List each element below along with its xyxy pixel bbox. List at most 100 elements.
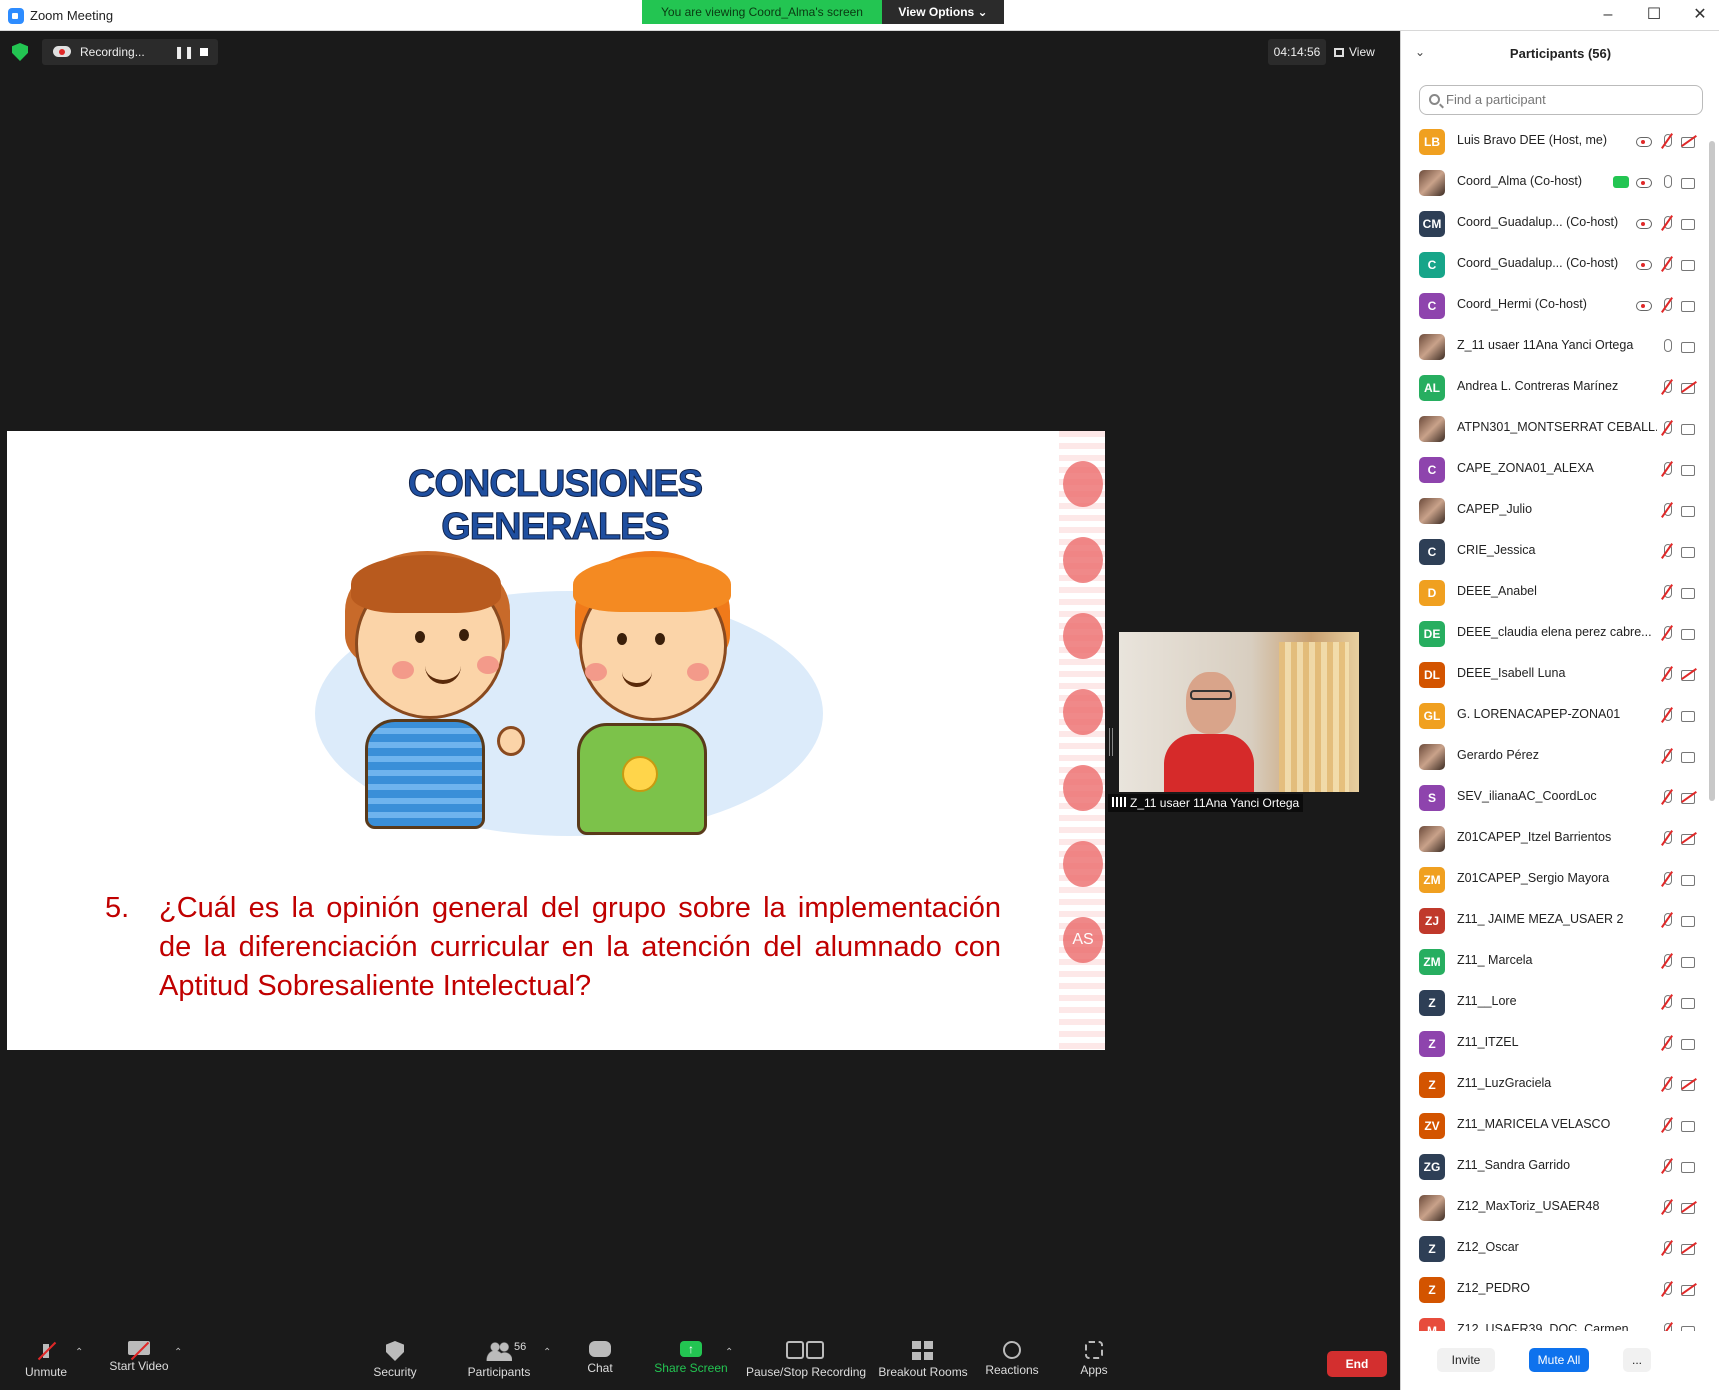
invite-button[interactable]: Invite bbox=[1437, 1348, 1495, 1372]
muted-mic-icon[interactable] bbox=[1659, 133, 1675, 149]
video-icon[interactable] bbox=[1681, 953, 1697, 969]
muted-mic-icon[interactable] bbox=[1659, 584, 1675, 600]
muted-mic-icon[interactable] bbox=[1659, 625, 1675, 641]
participant-row[interactable]: CM Coord_Guadalup... (Co-host) bbox=[1401, 203, 1707, 244]
participant-row[interactable]: ZM Z01CAPEP_Sergio Mayora bbox=[1401, 859, 1707, 900]
mic-icon[interactable] bbox=[1659, 338, 1675, 354]
video-options-caret-icon[interactable]: ⌃ bbox=[174, 1347, 182, 1358]
pause-recording-icon[interactable]: ❚❚ bbox=[174, 45, 194, 59]
participant-row[interactable]: Z12_MaxToriz_USAER48 bbox=[1401, 1187, 1707, 1228]
muted-mic-icon[interactable] bbox=[1659, 1281, 1675, 1297]
participant-row[interactable]: CAPEP_Julio bbox=[1401, 490, 1707, 531]
participant-row[interactable]: ZV Z11_MARICELA VELASCO bbox=[1401, 1105, 1707, 1146]
participant-row[interactable]: Z Z11__Lore bbox=[1401, 982, 1707, 1023]
muted-mic-icon[interactable] bbox=[1659, 830, 1675, 846]
muted-mic-icon[interactable] bbox=[1659, 461, 1675, 477]
muted-mic-icon[interactable] bbox=[1659, 297, 1675, 313]
pause-stop-recording-button[interactable]: Pause/Stop Recording bbox=[746, 1341, 866, 1379]
participant-row[interactable]: Z Z11_LuzGraciela bbox=[1401, 1064, 1707, 1105]
participant-list-scrollbar[interactable] bbox=[1709, 141, 1715, 801]
participant-row[interactable]: ATPN301_MONTSERRAT CEBALL... bbox=[1401, 408, 1707, 449]
muted-mic-icon[interactable] bbox=[1659, 707, 1675, 723]
video-icon[interactable] bbox=[1681, 584, 1697, 600]
participant-row[interactable]: D DEEE_Anabel bbox=[1401, 572, 1707, 613]
participant-row[interactable]: ZM Z11_ Marcela bbox=[1401, 941, 1707, 982]
participants-button[interactable]: 56 Participants bbox=[462, 1341, 536, 1379]
video-icon[interactable] bbox=[1681, 461, 1697, 477]
muted-mic-icon[interactable] bbox=[1659, 502, 1675, 518]
maximize-icon[interactable]: ☐ bbox=[1639, 4, 1669, 26]
unmute-button[interactable]: Unmute bbox=[18, 1341, 74, 1379]
participant-row[interactable]: Z_11 usaer 11Ana Yanci Ortega bbox=[1401, 326, 1707, 367]
view-layout-button[interactable]: View bbox=[1334, 39, 1390, 65]
stop-recording-icon[interactable] bbox=[200, 48, 208, 56]
muted-mic-icon[interactable] bbox=[1659, 748, 1675, 764]
participant-row[interactable]: S SEV_ilianaAC_CoordLoc bbox=[1401, 777, 1707, 818]
split-view-handle[interactable] bbox=[1109, 728, 1113, 756]
muted-mic-icon[interactable] bbox=[1659, 789, 1675, 805]
participant-row[interactable]: Coord_Alma (Co-host) bbox=[1401, 162, 1707, 203]
video-icon[interactable] bbox=[1681, 420, 1697, 436]
participant-row[interactable]: Z Z11_ITZEL bbox=[1401, 1023, 1707, 1064]
muted-mic-icon[interactable] bbox=[1659, 379, 1675, 395]
video-icon[interactable] bbox=[1681, 215, 1697, 231]
video-icon[interactable] bbox=[1681, 543, 1697, 559]
video-icon[interactable] bbox=[1681, 256, 1697, 272]
muted-mic-icon[interactable] bbox=[1659, 1240, 1675, 1256]
participant-row[interactable]: Gerardo Pérez bbox=[1401, 736, 1707, 777]
muted-mic-icon[interactable] bbox=[1659, 1322, 1675, 1331]
muted-mic-icon[interactable] bbox=[1659, 994, 1675, 1010]
muted-mic-icon[interactable] bbox=[1659, 1158, 1675, 1174]
video-off-icon[interactable] bbox=[1681, 1199, 1697, 1215]
encryption-shield-icon[interactable] bbox=[12, 43, 28, 61]
view-options-button[interactable]: View Options ⌄ bbox=[882, 0, 1004, 24]
video-icon[interactable] bbox=[1681, 1322, 1697, 1331]
video-off-icon[interactable] bbox=[1681, 1281, 1697, 1297]
muted-mic-icon[interactable] bbox=[1659, 1035, 1675, 1051]
participant-search-input[interactable]: Find a participant bbox=[1419, 85, 1703, 115]
end-meeting-button[interactable]: End bbox=[1327, 1351, 1387, 1377]
participant-row[interactable]: DE DEEE_claudia elena perez cabre... bbox=[1401, 613, 1707, 654]
participant-row[interactable]: Z01CAPEP_Itzel Barrientos bbox=[1401, 818, 1707, 859]
video-icon[interactable] bbox=[1681, 297, 1697, 313]
video-icon[interactable] bbox=[1681, 871, 1697, 887]
muted-mic-icon[interactable] bbox=[1659, 1117, 1675, 1133]
video-off-icon[interactable] bbox=[1681, 1076, 1697, 1092]
participant-row[interactable]: LB Luis Bravo DEE (Host, me) bbox=[1401, 121, 1707, 162]
video-off-icon[interactable] bbox=[1681, 789, 1697, 805]
close-icon[interactable]: ✕ bbox=[1685, 4, 1715, 26]
start-video-button[interactable]: Start Video bbox=[106, 1341, 172, 1373]
muted-mic-icon[interactable] bbox=[1659, 1076, 1675, 1092]
video-icon[interactable] bbox=[1681, 1035, 1697, 1051]
breakout-rooms-button[interactable]: Breakout Rooms bbox=[878, 1341, 968, 1379]
minimize-icon[interactable]: – bbox=[1593, 4, 1623, 26]
video-icon[interactable] bbox=[1681, 1117, 1697, 1133]
audio-options-caret-icon[interactable]: ⌃ bbox=[75, 1347, 83, 1358]
video-off-icon[interactable] bbox=[1681, 1240, 1697, 1256]
muted-mic-icon[interactable] bbox=[1659, 912, 1675, 928]
video-icon[interactable] bbox=[1681, 994, 1697, 1010]
video-off-icon[interactable] bbox=[1681, 830, 1697, 846]
video-icon[interactable] bbox=[1681, 748, 1697, 764]
participants-caret-icon[interactable]: ⌃ bbox=[543, 1347, 551, 1358]
participant-row[interactable]: C CRIE_Jessica bbox=[1401, 531, 1707, 572]
participant-row[interactable]: C Coord_Hermi (Co-host) bbox=[1401, 285, 1707, 326]
video-icon[interactable] bbox=[1681, 625, 1697, 641]
participant-row[interactable]: C Coord_Guadalup... (Co-host) bbox=[1401, 244, 1707, 285]
mute-all-button[interactable]: Mute All bbox=[1529, 1348, 1589, 1372]
chat-button[interactable]: Chat bbox=[580, 1341, 620, 1375]
video-off-icon[interactable] bbox=[1681, 133, 1697, 149]
participant-video-tile[interactable] bbox=[1119, 632, 1359, 792]
muted-mic-icon[interactable] bbox=[1659, 256, 1675, 272]
participant-row[interactable]: DL DEEE_Isabell Luna bbox=[1401, 654, 1707, 695]
participant-list[interactable]: LB Luis Bravo DEE (Host, me) Coord_Alma (C… bbox=[1401, 121, 1707, 1331]
reactions-button[interactable]: Reactions bbox=[984, 1341, 1040, 1377]
apps-button[interactable]: Apps bbox=[1074, 1341, 1114, 1377]
muted-mic-icon[interactable] bbox=[1659, 871, 1675, 887]
muted-mic-icon[interactable] bbox=[1659, 953, 1675, 969]
mic-icon[interactable] bbox=[1659, 174, 1675, 190]
muted-mic-icon[interactable] bbox=[1659, 215, 1675, 231]
participant-row[interactable]: GL G. LORENACAPEP-ZONA01 bbox=[1401, 695, 1707, 736]
participant-row[interactable]: M Z12_USAER39_DOC_Carmen bbox=[1401, 1310, 1707, 1331]
video-icon[interactable] bbox=[1681, 502, 1697, 518]
